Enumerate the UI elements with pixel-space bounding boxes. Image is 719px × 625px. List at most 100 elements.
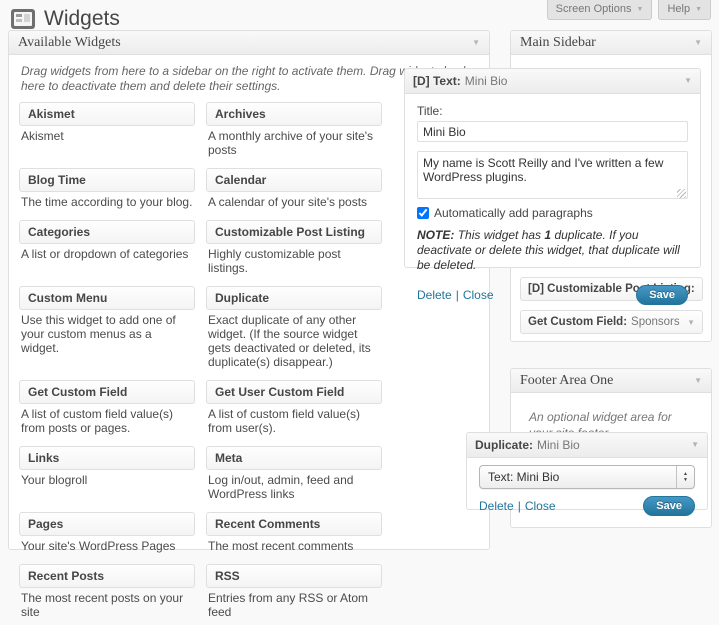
available-widget-title: Recent Posts <box>28 569 104 583</box>
widgets-screen-icon <box>10 6 36 32</box>
save-button[interactable]: Save <box>636 285 688 305</box>
available-widget-item: Get User Custom Field A list of custom f… <box>206 380 382 441</box>
available-widget-item: Recent Posts The most recent posts on yo… <box>19 564 195 625</box>
available-widget-title: Links <box>28 451 59 465</box>
available-widget-box[interactable]: Recent Posts <box>19 564 195 588</box>
available-widget-title: Duplicate <box>215 291 269 305</box>
available-widget-item: Blog Time The time according to your blo… <box>19 168 195 215</box>
delete-link[interactable]: Delete <box>479 499 514 513</box>
chevron-down-icon: ▼ <box>637 6 644 13</box>
page-title: Widgets <box>44 7 120 31</box>
available-widget-item: Recent Comments The most recent comments <box>206 512 382 559</box>
chevron-down-icon[interactable]: ▼ <box>687 318 695 327</box>
available-widgets-title: Available Widgets <box>18 31 121 54</box>
available-widget-description: A calendar of your site's posts <box>208 195 380 209</box>
main-sidebar-header[interactable]: Main Sidebar ▼ <box>511 31 711 55</box>
auto-paragraphs-label: Automatically add paragraphs <box>434 206 593 220</box>
page-header: Widgets <box>10 6 120 32</box>
available-widget-title: Customizable Post Listing <box>215 225 365 239</box>
available-widget-description: A list of custom field value(s) from pos… <box>21 407 193 435</box>
widget-text-area[interactable]: My name is Scott Reilly and I've written… <box>417 151 688 199</box>
footer-area-one-title: Footer Area One <box>520 369 613 392</box>
chevron-down-icon[interactable]: ▼ <box>694 31 702 54</box>
select-arrows-icon: ▲ ▼ <box>676 466 694 488</box>
available-widget-box[interactable]: Get User Custom Field <box>206 380 382 404</box>
available-widget-box[interactable]: RSS <box>206 564 382 588</box>
available-widget-title: Meta <box>215 451 242 465</box>
save-button[interactable]: Save <box>643 496 695 516</box>
sidebar-widget-title: Get Custom Field: <box>528 316 627 328</box>
note-count: 1 <box>544 228 551 242</box>
available-widget-title: Akismet <box>28 107 75 121</box>
screen-options-tab[interactable]: Screen Options ▼ <box>547 0 653 20</box>
available-widget-box[interactable]: Get Custom Field <box>19 380 195 404</box>
help-label: Help <box>667 3 690 15</box>
duplicate-mini-bio-widget: Duplicate: Mini Bio ▼ Text: Mini Bio ▲ ▼… <box>466 432 708 510</box>
available-widget-item: RSS Entries from any RSS or Atom feed <box>206 564 382 625</box>
help-tab[interactable]: Help ▼ <box>658 0 711 20</box>
close-link[interactable]: Close <box>525 499 556 513</box>
title-field-label: Title: <box>417 104 688 118</box>
footer-area-one-header[interactable]: Footer Area One ▼ <box>511 369 711 393</box>
chevron-down-icon[interactable]: ▼ <box>684 69 692 93</box>
available-widget-box[interactable]: Links <box>19 446 195 470</box>
available-widget-description: A monthly archive of your site's posts <box>208 129 380 157</box>
duplicate-widget-title: Duplicate: <box>475 433 533 457</box>
delete-link[interactable]: Delete <box>417 288 452 302</box>
text-mini-bio-widget: [D] Text: Mini Bio ▼ Title: My name is S… <box>404 68 701 268</box>
available-widget-description: Exact duplicate of any other widget. (If… <box>208 313 380 369</box>
text-widget-header[interactable]: [D] Text: Mini Bio ▼ <box>405 69 700 94</box>
available-widget-title: Get Custom Field <box>28 385 127 399</box>
chevron-down-icon[interactable]: ▼ <box>691 433 699 457</box>
available-widget-item: Meta Log in/out, admin, feed and WordPre… <box>206 446 382 507</box>
available-widget-description: Your site's WordPress Pages <box>21 539 193 553</box>
available-widget-item: Customizable Post Listing Highly customi… <box>206 220 382 281</box>
available-widget-item: Get Custom Field A list of custom field … <box>19 380 195 441</box>
chevron-down-icon[interactable]: ▼ <box>472 31 480 54</box>
close-link[interactable]: Close <box>463 288 494 302</box>
duplicate-widget-subtitle: Mini Bio <box>537 433 580 457</box>
duplicate-source-select[interactable]: Text: Mini Bio ▲ ▼ <box>479 465 695 489</box>
available-widgets-header[interactable]: Available Widgets ▼ <box>9 31 489 55</box>
available-widget-box[interactable]: Customizable Post Listing <box>206 220 382 244</box>
available-widget-title: Archives <box>215 107 266 121</box>
available-widget-description: The time according to your blog. <box>21 195 193 209</box>
available-widget-box[interactable]: Akismet <box>19 102 195 126</box>
available-widget-box[interactable]: Meta <box>206 446 382 470</box>
available-widget-title: Custom Menu <box>28 291 107 305</box>
text-widget-title: [D] Text: <box>413 69 461 93</box>
available-widget-description: Entries from any RSS or Atom feed <box>208 591 380 619</box>
available-widget-item: Akismet Akismet <box>19 102 195 163</box>
available-widget-description: Akismet <box>21 129 193 143</box>
duplicate-note: NOTE: This widget has 1 duplicate. If yo… <box>417 228 688 273</box>
chevron-down-icon[interactable]: ▼ <box>694 369 702 392</box>
main-sidebar-title: Main Sidebar <box>520 31 596 54</box>
available-widget-box[interactable]: Blog Time <box>19 168 195 192</box>
note-label: NOTE: <box>417 228 454 242</box>
available-widget-description: The most recent comments <box>208 539 380 553</box>
screen-tabs: Screen Options ▼ Help ▼ <box>547 0 711 20</box>
available-widget-box[interactable]: Recent Comments <box>206 512 382 536</box>
widget-title-input[interactable] <box>417 121 688 142</box>
available-widget-item: Pages Your site's WordPress Pages <box>19 512 195 559</box>
available-widget-description: Your blogroll <box>21 473 193 487</box>
available-widget-item: Categories A list or dropdown of categor… <box>19 220 195 281</box>
auto-paragraphs-checkbox[interactable] <box>417 207 429 219</box>
available-widget-box[interactable]: Duplicate <box>206 286 382 310</box>
available-widget-title: Recent Comments <box>215 517 320 531</box>
screen-options-label: Screen Options <box>556 3 632 15</box>
available-widget-title: Get User Custom Field <box>215 385 344 399</box>
chevron-down-icon: ▼ <box>695 6 702 13</box>
available-widget-title: RSS <box>215 569 240 583</box>
available-widget-box[interactable]: Archives <box>206 102 382 126</box>
available-widget-box[interactable]: Custom Menu <box>19 286 195 310</box>
select-value: Text: Mini Bio <box>488 470 559 484</box>
available-widget-box[interactable]: Pages <box>19 512 195 536</box>
available-widget-item: Calendar A calendar of your site's posts <box>206 168 382 215</box>
duplicate-widget-header[interactable]: Duplicate: Mini Bio ▼ <box>467 433 707 458</box>
available-widget-item: Custom Menu Use this widget to add one o… <box>19 286 195 375</box>
available-widget-box[interactable]: Calendar <box>206 168 382 192</box>
arrow-down-icon: ▼ <box>683 477 688 484</box>
available-widget-item: Links Your blogroll <box>19 446 195 507</box>
available-widget-box[interactable]: Categories <box>19 220 195 244</box>
